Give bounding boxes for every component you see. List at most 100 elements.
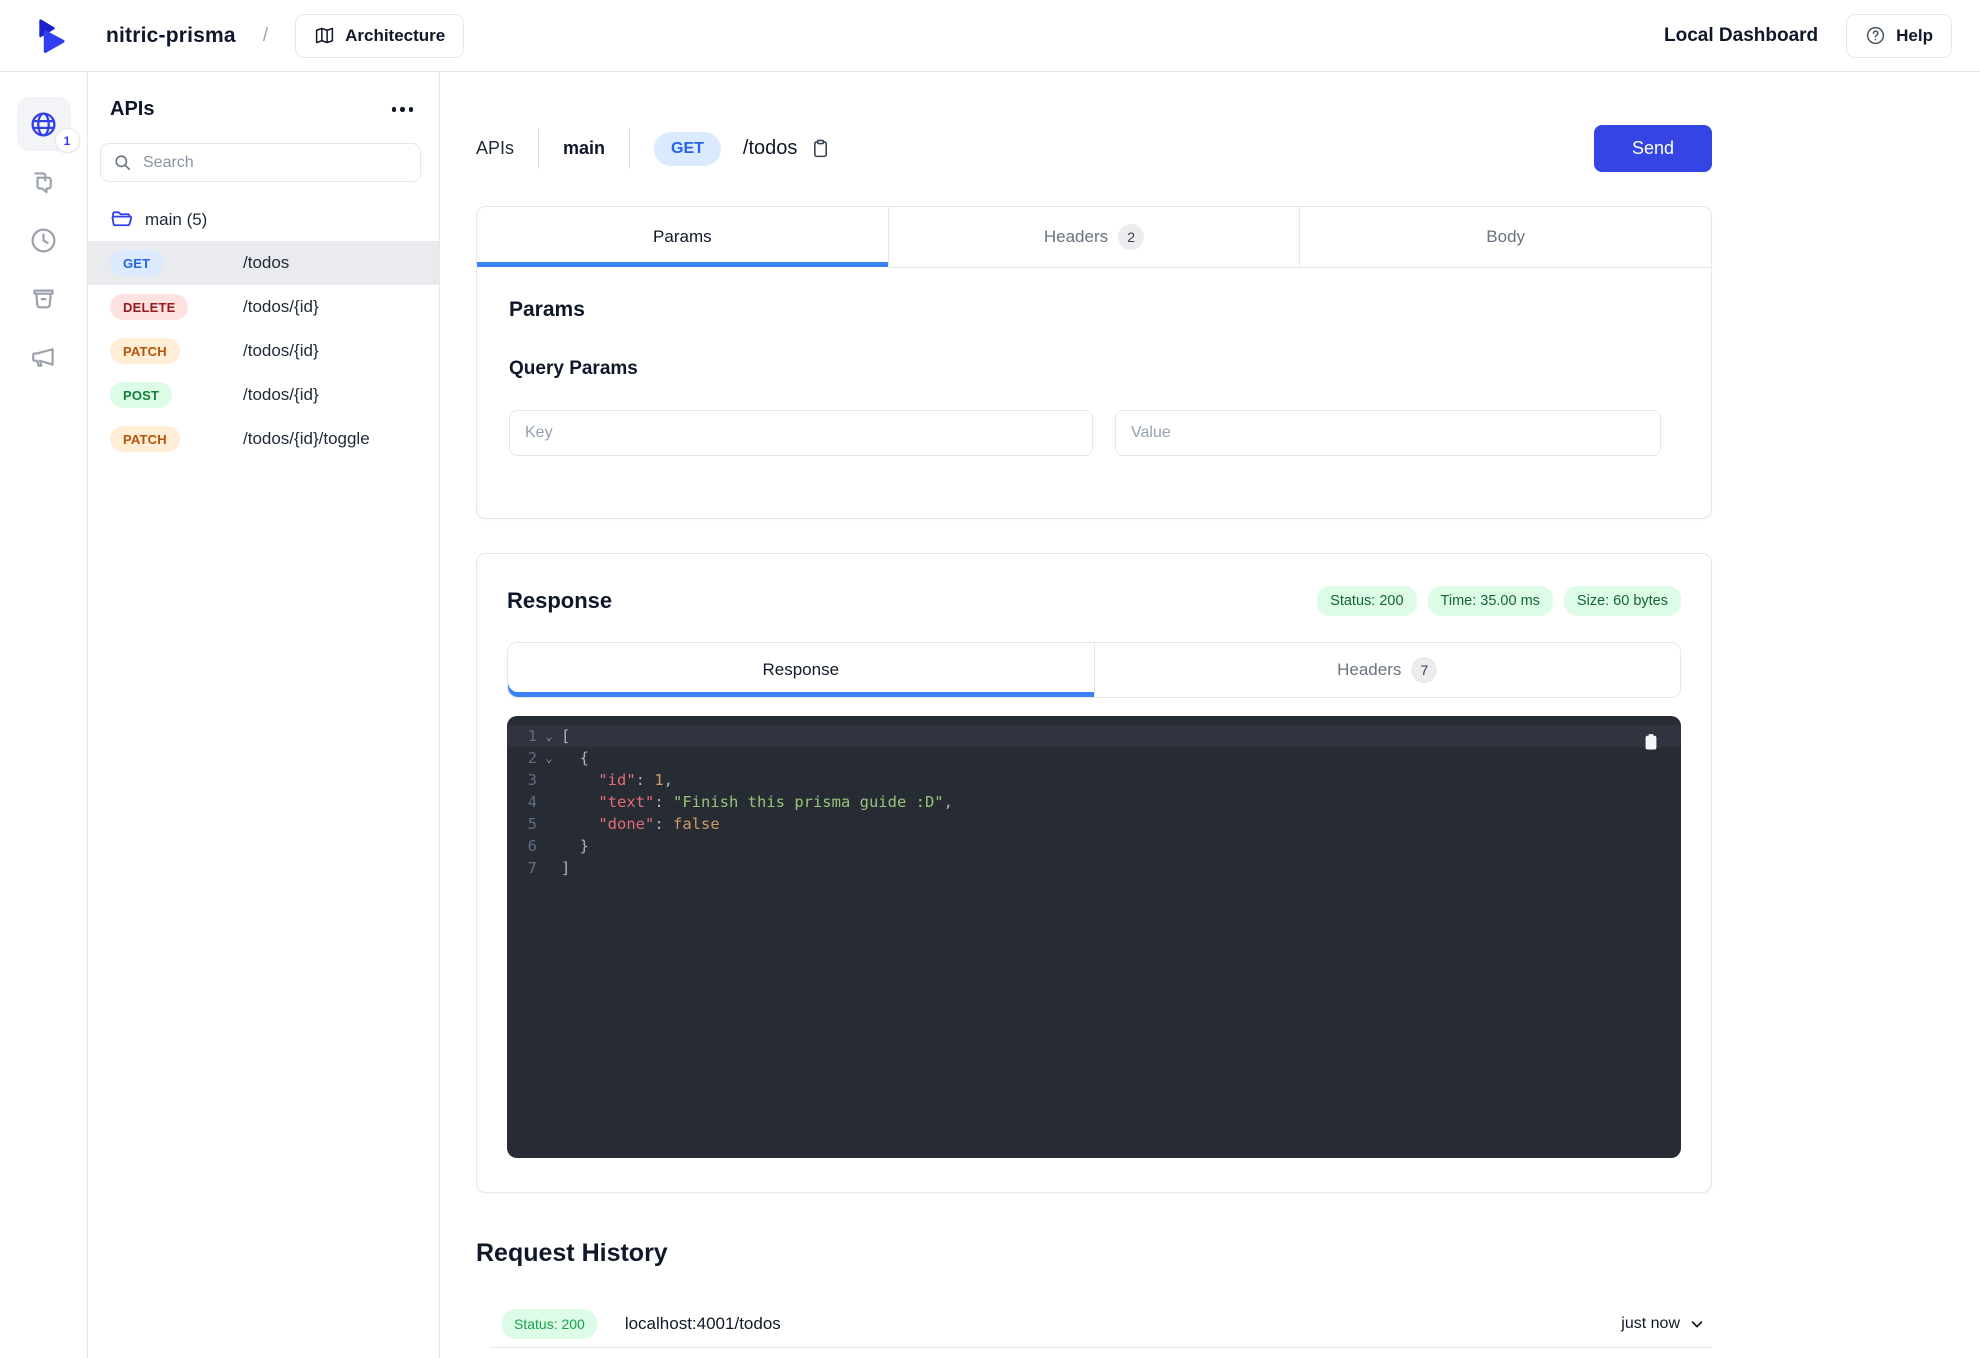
breadcrumb-root: APIs: [476, 138, 514, 159]
response-card: Response Status: 200Time: 35.00 msSize: …: [476, 553, 1712, 1193]
api-folder[interactable]: main (5): [110, 208, 439, 231]
fold-arrow-icon[interactable]: ⌄: [537, 725, 561, 747]
response-tab-headers[interactable]: Headers7: [1095, 643, 1681, 697]
endpoint-row[interactable]: PATCH/todos/{id}/toggle: [88, 417, 439, 461]
method-badge: POST: [110, 382, 172, 408]
panel-menu-button[interactable]: [390, 101, 416, 118]
query-value-input[interactable]: [1115, 410, 1661, 456]
code-text: }: [561, 835, 589, 857]
code-text: ]: [561, 857, 570, 879]
response-tabbar: Response Headers7: [507, 642, 1681, 698]
tab-headers[interactable]: Headers 2: [889, 207, 1301, 268]
endpoint-list: GET/todosDELETE/todos/{id}PATCH/todos/{i…: [88, 241, 439, 461]
tab-count-badge: 2: [1118, 224, 1144, 250]
help-button[interactable]: Help: [1846, 14, 1952, 58]
response-status-badge: Size: 60 bytes: [1564, 586, 1681, 616]
request-history-title: Request History: [476, 1239, 1980, 1268]
fold-spacer: [537, 857, 561, 879]
code-text: [: [561, 725, 570, 747]
main-content: APIs main GET /todos Send Params Headers 2…: [440, 72, 1980, 1358]
code-lines: 1⌄[2⌄ {3 "id": 1,4 "text": "Finish this …: [507, 725, 1681, 879]
rail-item-schedules[interactable]: [17, 213, 71, 267]
code-line: 7]: [507, 857, 1681, 879]
endpoint-path: /todos/{id}: [243, 385, 319, 405]
api-count-badge: 1: [55, 128, 80, 153]
tab-label: Params: [653, 227, 712, 247]
fold-spacer: [537, 769, 561, 791]
project-title: nitric-prisma: [106, 24, 236, 48]
code-line: 3 "id": 1,: [507, 769, 1681, 791]
panel-title: APIs: [110, 98, 154, 121]
history-status-badge: Status: 200: [502, 1309, 597, 1339]
fold-arrow-icon[interactable]: ⌄: [537, 747, 561, 769]
code-text: {: [561, 747, 589, 769]
clock-icon: [29, 226, 58, 255]
code-text: "done": false: [561, 813, 720, 835]
line-number: 1: [507, 725, 537, 747]
response-code-editor[interactable]: 1⌄[2⌄ {3 "id": 1,4 "text": "Finish this …: [507, 716, 1681, 1158]
response-status-badge: Time: 35.00 ms: [1428, 586, 1553, 616]
icon-rail: 1: [0, 72, 88, 1358]
method-badge: GET: [110, 250, 163, 276]
history-time: just now: [1621, 1315, 1680, 1333]
query-key-input[interactable]: [509, 410, 1093, 456]
send-button[interactable]: Send: [1594, 125, 1712, 172]
fold-spacer: [537, 791, 561, 813]
globe-icon: [29, 110, 58, 139]
endpoint-row[interactable]: GET/todos: [88, 241, 439, 285]
architecture-button[interactable]: Architecture: [295, 14, 464, 58]
code-line: 1⌄[: [507, 725, 1681, 747]
fold-spacer: [537, 813, 561, 835]
rail-item-apis[interactable]: 1: [17, 97, 71, 151]
folder-icon: [110, 208, 133, 231]
code-line: 5 "done": false: [507, 813, 1681, 835]
history-row[interactable]: Status: 200 localhost:4001/todos just now: [490, 1300, 1712, 1348]
history-time-toggle[interactable]: just now: [1621, 1315, 1706, 1333]
copy-path-button[interactable]: [810, 138, 831, 159]
megaphone-icon: [29, 342, 58, 371]
endpoint-row[interactable]: POST/todos/{id}: [88, 373, 439, 417]
search-input[interactable]: [100, 143, 421, 182]
help-label: Help: [1896, 26, 1933, 46]
rail-item-websockets[interactable]: [17, 155, 71, 209]
response-title: Response: [507, 588, 612, 614]
line-number: 5: [507, 813, 537, 835]
breadcrumb-path: /todos: [743, 137, 797, 160]
response-tab-label: Response: [762, 660, 839, 680]
request-tabbar: Params Headers 2 Body: [477, 207, 1711, 268]
chevron-down-icon: [1688, 1315, 1706, 1333]
folder-label: main (5): [145, 210, 207, 230]
clipboard-icon: [1641, 732, 1661, 752]
copy-response-button[interactable]: [1641, 732, 1661, 756]
line-number: 4: [507, 791, 537, 813]
line-number: 6: [507, 835, 537, 857]
top-bar: nitric-prisma / Architecture Local Dashb…: [0, 0, 1980, 72]
query-params-title: Query Params: [509, 358, 1679, 380]
endpoint-row[interactable]: DELETE/todos/{id}: [88, 285, 439, 329]
tab-label: Headers: [1044, 227, 1108, 247]
response-badges: Status: 200Time: 35.00 msSize: 60 bytes: [1317, 586, 1681, 616]
breadcrumb: APIs main GET /todos: [476, 129, 831, 169]
response-tab-label: Headers: [1337, 660, 1401, 680]
response-tab-response[interactable]: Response: [508, 643, 1095, 697]
rail-item-storage[interactable]: [17, 271, 71, 325]
code-line: 2⌄ {: [507, 747, 1681, 769]
tab-params[interactable]: Params: [477, 207, 889, 268]
local-dashboard-label: Local Dashboard: [1664, 25, 1818, 47]
method-badge: PATCH: [110, 426, 180, 452]
code-text: "id": 1,: [561, 769, 673, 791]
code-line: 4 "text": "Finish this prisma guide :D",: [507, 791, 1681, 813]
request-card: Params Headers 2 Body Params Query Params: [476, 206, 1712, 519]
map-icon: [314, 25, 335, 46]
tab-body[interactable]: Body: [1300, 207, 1711, 268]
endpoint-path: /todos/{id}/toggle: [243, 429, 370, 449]
endpoint-path: /todos/{id}: [243, 341, 319, 361]
clipboard-icon: [810, 138, 831, 159]
search-icon: [113, 153, 132, 172]
rail-item-topics[interactable]: [17, 329, 71, 383]
history-list: Status: 200 localhost:4001/todos just now: [476, 1300, 1980, 1348]
history-url: localhost:4001/todos: [625, 1314, 781, 1334]
bucket-icon: [29, 284, 58, 313]
breadcrumb-api: main: [563, 138, 605, 159]
endpoint-row[interactable]: PATCH/todos/{id}: [88, 329, 439, 373]
